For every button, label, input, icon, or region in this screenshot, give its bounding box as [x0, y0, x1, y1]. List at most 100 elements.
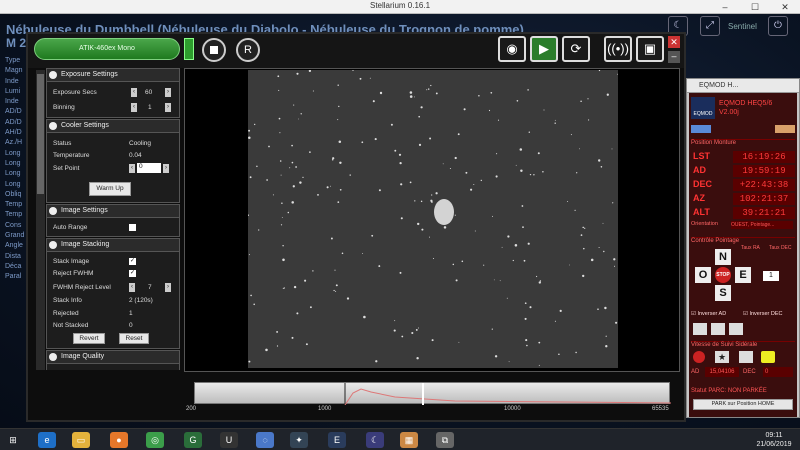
- star: [526, 344, 528, 347]
- star: [278, 117, 281, 120]
- star: [248, 136, 251, 140]
- west-button[interactable]: O: [695, 267, 711, 283]
- binning-increase[interactable]: ›: [165, 103, 171, 112]
- stop-track-icon[interactable]: [693, 351, 705, 363]
- star: [312, 90, 314, 92]
- reset-button[interactable]: Reset: [119, 333, 149, 344]
- moon-icon[interactable]: [739, 351, 753, 363]
- exposure-increase[interactable]: ›: [165, 88, 171, 97]
- north-button[interactable]: N: [715, 249, 731, 265]
- south-button[interactable]: S: [715, 285, 731, 301]
- sun-icon[interactable]: [761, 351, 775, 363]
- connection-indicator: [184, 38, 194, 60]
- reject-fwhm-checkbox[interactable]: ✓: [129, 270, 136, 277]
- star: [514, 244, 518, 247]
- star: [248, 254, 250, 256]
- east-button[interactable]: E: [735, 267, 751, 283]
- stop-button[interactable]: [202, 38, 226, 62]
- inverse-ad-checkbox[interactable]: ☑ Inverser AD: [691, 311, 726, 317]
- config-icon[interactable]: [691, 125, 711, 133]
- taskbar: ⊞ e ▭ ● ◎ G U ◌ ✦ E ☾ ▦ ⧉ 09:11 21/06/20…: [0, 428, 800, 450]
- dec-rate-value[interactable]: 0: [763, 367, 793, 377]
- explorer-icon[interactable]: ▭: [72, 432, 90, 448]
- minimize-icon[interactable]: –: [710, 0, 740, 14]
- grid-icon[interactable]: [711, 323, 725, 335]
- image-quality-header[interactable]: Image Quality: [47, 351, 179, 364]
- inverse-dec-label: Inverser DEC: [749, 311, 783, 317]
- save-icon[interactable]: ▣: [636, 36, 664, 62]
- windows-start-icon[interactable]: ⊞: [6, 432, 20, 448]
- app-u-icon[interactable]: U: [220, 432, 238, 448]
- close-icon[interactable]: ✕: [770, 0, 800, 14]
- refresh-icon[interactable]: ⟳: [562, 36, 590, 62]
- stellarium-taskbar-icon[interactable]: ☾: [366, 432, 384, 448]
- image-settings-header[interactable]: Image Settings: [47, 205, 179, 218]
- antenna-icon[interactable]: ((•)): [604, 36, 632, 62]
- video-camera-icon[interactable]: ▶: [530, 36, 558, 62]
- stop-mount-button[interactable]: STOP: [715, 267, 731, 283]
- star: [418, 115, 421, 118]
- inverse-dec-checkbox[interactable]: ☑ Inverser DEC: [743, 311, 782, 317]
- captured-image[interactable]: [247, 69, 618, 368]
- fwhm-increase[interactable]: ›: [165, 283, 171, 292]
- chart-app-icon[interactable]: ▦: [400, 432, 418, 448]
- app-c-icon[interactable]: ◌: [256, 432, 274, 448]
- pad-icon[interactable]: [729, 323, 743, 335]
- image-stacking-header[interactable]: Image Stacking: [47, 239, 179, 252]
- fullscreen-icon[interactable]: ⤢: [700, 16, 720, 36]
- ie-icon[interactable]: e: [38, 432, 56, 448]
- tool-icon[interactable]: ✦: [290, 432, 308, 448]
- panel-scrollbar-thumb[interactable]: [37, 74, 44, 194]
- rate-select[interactable]: 1: [763, 271, 779, 281]
- sidereal-header: Vitesse de Suivi Sidérale: [691, 341, 795, 348]
- firefox-icon[interactable]: ●: [110, 432, 128, 448]
- stack-image-checkbox[interactable]: ✓: [129, 258, 136, 265]
- setpoint-input[interactable]: 0: [137, 163, 161, 173]
- star: [249, 176, 252, 179]
- r-button[interactable]: R: [236, 38, 260, 62]
- star: [411, 331, 414, 335]
- star-icon[interactable]: ★: [715, 351, 729, 363]
- eqmod-taskbar-icon[interactable]: E: [328, 432, 346, 448]
- stellarium-window-title: Stellarium 0.16.1: [369, 1, 431, 10]
- exposure-settings-header[interactable]: Exposure Settings: [47, 69, 179, 82]
- link-app-icon[interactable]: ⧉: [436, 432, 454, 448]
- auto-range-checkbox[interactable]: [129, 224, 136, 231]
- star: [335, 284, 338, 287]
- setpoint-increase[interactable]: ›: [163, 164, 169, 173]
- client-minimize-icon[interactable]: –: [668, 51, 680, 63]
- camera-select-button[interactable]: ATIK-460ex Mono: [34, 38, 180, 60]
- eye-icon[interactable]: ◉: [498, 36, 526, 62]
- clock[interactable]: 09:11 21/06/2019: [752, 431, 796, 449]
- orientation-value: OUEST, Pointage...: [731, 221, 793, 229]
- warm-up-button[interactable]: Warm Up: [89, 182, 131, 196]
- star: [442, 163, 444, 165]
- ad-rate-label: AD: [691, 369, 700, 375]
- fwhm-decrease[interactable]: ‹: [129, 283, 135, 292]
- ad-rate-value[interactable]: 15,04106: [705, 367, 739, 377]
- expand-icon[interactable]: [775, 125, 795, 133]
- star: [400, 217, 403, 220]
- revert-button[interactable]: Revert: [73, 333, 105, 344]
- binning-label: Binning: [53, 104, 75, 111]
- star: [516, 99, 519, 102]
- not-stacked-label: Not Stacked: [53, 322, 89, 329]
- cooler-settings-header[interactable]: Cooler Settings: [47, 120, 179, 133]
- client-toolbar: ATIK-460ex Mono R ◉ ▶ ⟳ ((•)) ▣ ✕ –: [28, 34, 684, 68]
- park-button[interactable]: PARK sur Position HOME: [693, 399, 793, 410]
- histogram[interactable]: [194, 382, 672, 406]
- fwhm-level-value[interactable]: 7: [148, 284, 152, 291]
- chrome-icon[interactable]: ◎: [146, 432, 164, 448]
- hand-icon[interactable]: [693, 323, 707, 335]
- binning-decrease[interactable]: ‹: [131, 103, 137, 112]
- star: [338, 105, 340, 108]
- maximize-icon[interactable]: ☐: [740, 0, 770, 14]
- exposure-value[interactable]: 60: [145, 89, 152, 96]
- app-g-icon[interactable]: G: [184, 432, 202, 448]
- setpoint-decrease[interactable]: ‹: [129, 164, 135, 173]
- quit-icon[interactable]: ⏻: [768, 16, 788, 36]
- binning-value[interactable]: 1: [148, 104, 152, 111]
- exposure-decrease[interactable]: ‹: [131, 88, 137, 97]
- client-close-icon[interactable]: ✕: [668, 36, 680, 48]
- star: [417, 222, 420, 226]
